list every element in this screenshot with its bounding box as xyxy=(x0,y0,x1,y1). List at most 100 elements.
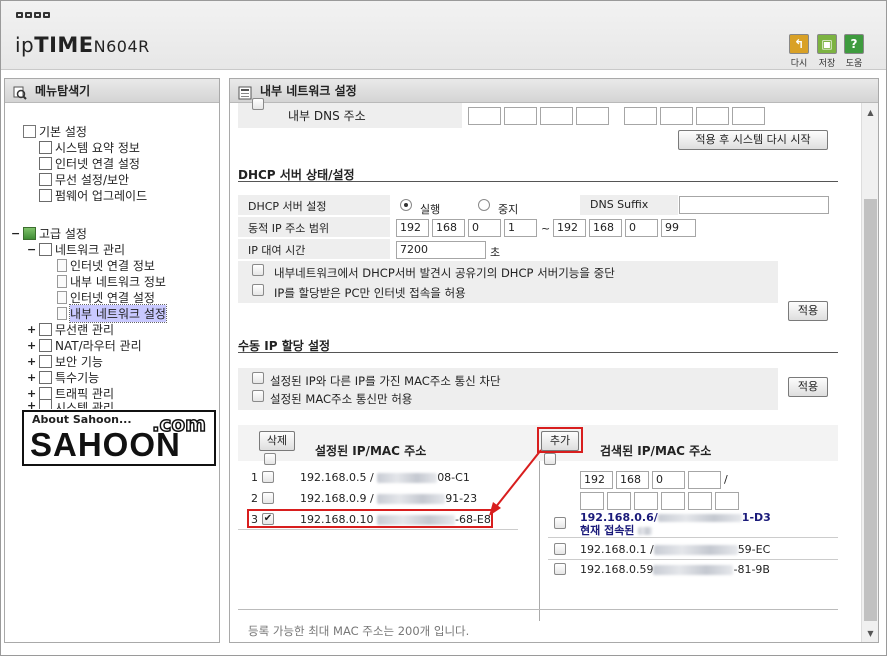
tree-advanced-settings[interactable]: − 고급 설정 xyxy=(11,225,87,242)
tree-network-management[interactable]: − 네트워크 관리 xyxy=(27,241,125,258)
tree-lan-info[interactable]: 내부 네트워크 정보 xyxy=(57,273,166,290)
select-all-searched-checkbox[interactable] xyxy=(544,453,556,465)
range-end-octet-2[interactable]: 168 xyxy=(589,219,622,237)
section-divider xyxy=(238,181,838,182)
dhcp-conflict-checkbox[interactable] xyxy=(252,264,264,276)
range-start-octet-4[interactable]: 1 xyxy=(504,219,537,237)
save-button[interactable]: ▣ 저장 xyxy=(815,34,839,69)
tree-security[interactable]: + 보안 기능 xyxy=(27,353,103,370)
dns2-octet-4[interactable] xyxy=(732,107,765,125)
manual-apply-button[interactable]: 적용 xyxy=(788,377,828,397)
section-divider xyxy=(238,352,838,353)
assigned-only-checkbox[interactable] xyxy=(252,284,264,296)
searched-row-1: 192.168.0.6/1-D3 현재 접속된 xyxy=(580,511,771,537)
tree-basic-settings[interactable]: 기본 설정 xyxy=(23,123,87,140)
dhcp-conflict-label: 내부네트워크에서 DHCP서버 발견시 공유기의 DHCP 서버기능을 중단 xyxy=(274,266,615,280)
dhcp-run-radio[interactable] xyxy=(400,199,412,211)
dhcp-apply-button[interactable]: 적용 xyxy=(788,301,828,321)
magnifier-icon xyxy=(13,84,27,100)
dns2-octet-3[interactable] xyxy=(696,107,729,125)
redacted-mac xyxy=(377,473,438,483)
tree-system-management[interactable]: + 시스템 관리 xyxy=(27,399,114,409)
tree-internet-connection-setup[interactable]: 인터넷 연결 설정 xyxy=(57,289,155,306)
searched-row-2-checkbox[interactable] xyxy=(554,543,566,555)
network-icon xyxy=(39,243,52,256)
dhcp-stop-radio[interactable] xyxy=(478,199,490,211)
searched-list-title: 검색된 IP/MAC 주소 xyxy=(600,444,712,458)
mac-only-label: 설정된 MAC주소 통신만 허용 xyxy=(270,392,413,406)
tree-special-features[interactable]: + 특수기능 xyxy=(27,369,99,386)
apply-restart-button[interactable]: 적용 후 시스템 다시 시작 xyxy=(678,130,828,150)
dns-label: 내부 DNS 주소 xyxy=(288,109,366,123)
range-end-octet-4[interactable]: 99 xyxy=(661,219,696,237)
scrollbar-thumb[interactable] xyxy=(864,199,877,621)
wireless-icon xyxy=(39,173,52,186)
dns1-octet-3[interactable] xyxy=(540,107,573,125)
range-start-octet-3[interactable]: 0 xyxy=(468,219,501,237)
delete-button[interactable]: 삭제 xyxy=(259,431,295,451)
searched-row-3-checkbox[interactable] xyxy=(554,563,566,575)
router-icon xyxy=(39,339,52,352)
range-end-octet-3[interactable]: 0 xyxy=(625,219,658,237)
new-mac-6[interactable] xyxy=(715,492,739,510)
dhcp-server-label: DHCP 서버 설정 xyxy=(248,200,327,213)
help-button[interactable]: ? 도움 xyxy=(842,34,866,69)
vertical-scrollbar[interactable]: ▲ ▼ xyxy=(861,103,878,642)
system-icon xyxy=(39,399,52,409)
mac-block-label: 설정된 IP와 다른 IP를 가진 MAC주소 통신 차단 xyxy=(270,374,501,388)
tree-wlan-management[interactable]: + 무선랜 관리 xyxy=(27,321,114,338)
new-mac-2[interactable] xyxy=(607,492,631,510)
new-mac-5[interactable] xyxy=(688,492,712,510)
new-mac-1[interactable] xyxy=(580,492,604,510)
row-index: 1 xyxy=(251,471,258,484)
dns1-octet-1[interactable] xyxy=(468,107,501,125)
range-end-octet-1[interactable]: 192 xyxy=(553,219,586,237)
searched-row-1-checkbox[interactable] xyxy=(554,517,566,529)
configured-row-2: 192.168.0.9 / 91-23 xyxy=(300,492,478,505)
dns1-octet-4[interactable] xyxy=(576,107,609,125)
max-mac-note: 등록 가능한 최대 MAC 주소는 200개 입니다. xyxy=(248,624,470,638)
tree-firmware-upgrade[interactable]: 펌웨어 업그레이드 xyxy=(39,187,147,204)
dns2-octet-1[interactable] xyxy=(624,107,657,125)
mac-block-checkbox[interactable] xyxy=(252,372,264,384)
new-ip-octet-2[interactable]: 168 xyxy=(616,471,649,489)
dns-checkbox[interactable] xyxy=(252,98,264,110)
mac-only-checkbox[interactable] xyxy=(252,390,264,402)
redacted-mac xyxy=(653,545,738,555)
new-ip-octet-4[interactable] xyxy=(688,471,721,489)
undo-button[interactable]: ↰ 다시 xyxy=(787,34,811,69)
new-ip-octet-3[interactable]: 0 xyxy=(652,471,685,489)
configured-row-1-checkbox[interactable] xyxy=(262,471,274,483)
range-start-octet-2[interactable]: 168 xyxy=(432,219,465,237)
select-all-configured-checkbox[interactable] xyxy=(264,453,276,465)
ip-mac-separator: / xyxy=(724,473,728,486)
lease-time-input[interactable]: 7200 xyxy=(396,241,486,259)
new-mac-4[interactable] xyxy=(661,492,685,510)
tree-nat-router[interactable]: + NAT/라우터 관리 xyxy=(27,337,142,354)
lease-time-unit: 초 xyxy=(490,246,501,259)
range-start-octet-1[interactable]: 192 xyxy=(396,219,429,237)
tree-system-summary[interactable]: 시스템 요약 정보 xyxy=(39,139,140,156)
menu-explorer-panel: 메뉴탐색기 기본 설정 시스템 요약 정보 인터넷 연결 설정 무선 설정/보안… xyxy=(4,78,220,643)
wireless-icon xyxy=(39,323,52,336)
tree-lan-setup[interactable]: 내부 네트워크 설정 xyxy=(57,304,167,323)
configured-row-2-checkbox[interactable] xyxy=(262,492,274,504)
dns-suffix-input[interactable] xyxy=(679,196,829,214)
help-icon: ? xyxy=(844,34,864,54)
tree-internet-setup[interactable]: 인터넷 연결 설정 xyxy=(39,155,140,172)
tree-internet-info[interactable]: 인터넷 연결 정보 xyxy=(57,257,155,274)
settings-content: 내부 DNS 주소 적용 후 시스템 다시 시작 DHCP 서버 상태/설정 D… xyxy=(230,98,860,642)
redacted-mac xyxy=(377,494,446,504)
configured-row-1: 192.168.0.5 / 08-C1 xyxy=(300,471,470,484)
tree-wireless-setup[interactable]: 무선 설정/보안 xyxy=(39,171,129,188)
scroll-down-icon[interactable]: ▼ xyxy=(864,627,877,640)
redacted-mac xyxy=(653,565,734,575)
dns2-octet-2[interactable] xyxy=(660,107,693,125)
chart-icon xyxy=(39,141,52,154)
scroll-up-icon[interactable]: ▲ xyxy=(864,106,877,119)
new-ip-octet-1[interactable]: 192 xyxy=(580,471,613,489)
new-mac-3[interactable] xyxy=(634,492,658,510)
save-icon: ▣ xyxy=(817,34,837,54)
dns1-octet-2[interactable] xyxy=(504,107,537,125)
searched-row-3: 192.168.0.59 -81-9B xyxy=(580,563,770,576)
